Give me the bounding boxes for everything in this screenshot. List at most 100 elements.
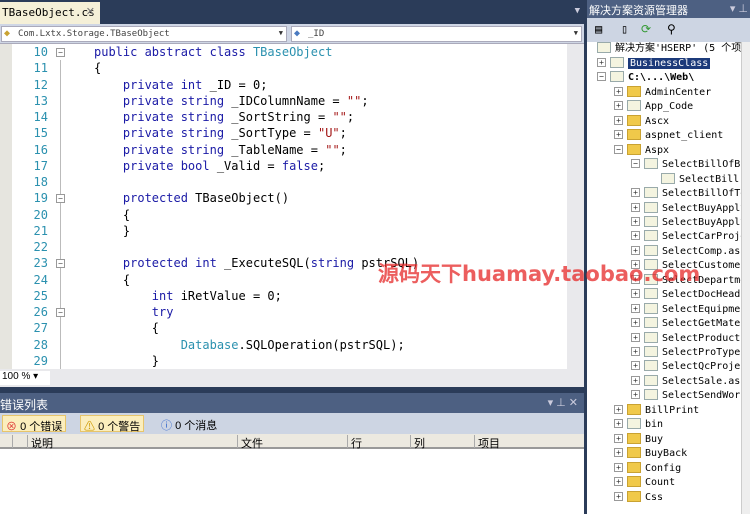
tree-node[interactable]: + Css xyxy=(614,490,663,505)
tree-node[interactable]: + SelectDocHead. xyxy=(631,288,746,302)
tree-node[interactable]: + BuyBack xyxy=(614,447,687,461)
tree-node[interactable]: + SelectQcProjec xyxy=(631,360,746,374)
code-line[interactable]: 11 { xyxy=(0,60,567,76)
code-line[interactable]: 20 { xyxy=(0,207,567,223)
code-line[interactable]: 18 xyxy=(0,174,567,190)
collapse-icon[interactable]: − xyxy=(597,72,606,82)
column-col[interactable]: 列 xyxy=(410,435,474,450)
code-line[interactable]: 22 xyxy=(0,239,567,255)
expand-icon[interactable]: + xyxy=(614,491,623,501)
collapse-icon[interactable]: − xyxy=(56,308,65,317)
tree-node[interactable]: + SelectSendWork xyxy=(631,389,746,403)
vertical-scrollbar[interactable] xyxy=(567,44,584,369)
collapse-icon[interactable]: − xyxy=(56,48,65,57)
tree-node[interactable]: + SelectComp.asp xyxy=(631,244,746,259)
code-line[interactable]: 26− try xyxy=(0,304,567,320)
code-line[interactable]: 17 private bool _Valid = false; xyxy=(0,158,567,174)
code-line[interactable]: 15 private string _SortType = "U"; xyxy=(0,125,567,141)
expand-icon[interactable]: + xyxy=(614,404,623,414)
tree-node[interactable]: + SelectEquipmer xyxy=(631,302,746,317)
code-line[interactable]: 29 } xyxy=(0,353,567,369)
code-line[interactable]: 12 private int _ID = 0; xyxy=(0,77,567,93)
tree-node[interactable]: + bin xyxy=(614,418,663,432)
properties-icon[interactable]: ▤ xyxy=(595,22,602,36)
tree-node[interactable]: + App_Code xyxy=(614,100,693,114)
tree-node[interactable]: + SelectProType. xyxy=(631,346,746,360)
column-description[interactable]: 说明 xyxy=(27,435,237,450)
tree-node[interactable]: + SelectBuyApply xyxy=(631,215,746,230)
warnings-filter-button[interactable]: ⚠ 0 个警告 xyxy=(80,415,145,433)
expand-icon[interactable]: + xyxy=(597,58,606,67)
tree-node[interactable]: + SelectBuyApply xyxy=(631,201,746,216)
tree-node[interactable]: + SelectBillOfTe xyxy=(631,187,746,201)
column-file[interactable]: 文件 xyxy=(237,435,347,450)
messages-filter-button[interactable]: ⓘ 0 个消息 xyxy=(158,415,220,432)
expand-icon[interactable]: + xyxy=(631,216,640,226)
code-line[interactable]: 27 { xyxy=(0,320,567,336)
tree-node[interactable]: SelectBill( xyxy=(648,172,745,187)
code-line[interactable]: 13 private string _IDColumnName = ""; xyxy=(0,93,567,109)
expand-icon[interactable]: + xyxy=(631,375,640,385)
solution-root[interactable]: 解决方案'HSERP' (5 个项 xyxy=(597,42,741,56)
expand-icon[interactable]: + xyxy=(614,115,623,125)
expand-icon[interactable]: + xyxy=(631,245,640,255)
horizontal-scrollbar[interactable]: 100 % ▾ xyxy=(0,369,584,387)
panel-controls[interactable]: ▾ ⊥ ✕ xyxy=(548,396,578,409)
expand-icon[interactable]: + xyxy=(631,231,640,241)
member-combo[interactable]: ◆ _ID ▼ xyxy=(291,26,582,42)
expand-icon[interactable]: + xyxy=(631,289,640,299)
tab-tbaseobject[interactable]: TBaseObject.cs ✕ xyxy=(0,2,100,24)
expand-icon[interactable]: + xyxy=(614,130,623,140)
class-diagram-icon[interactable]: ⚲ xyxy=(667,22,676,36)
zoom-select[interactable]: 100 % ▾ xyxy=(0,371,50,385)
code-line[interactable]: 19− protected TBaseObject() xyxy=(0,190,567,206)
collapse-icon[interactable]: − xyxy=(631,159,640,169)
column-line[interactable]: 行 xyxy=(347,435,410,450)
close-icon[interactable]: ✕ xyxy=(86,5,95,18)
collapse-icon[interactable]: − xyxy=(56,259,65,269)
column-icon[interactable] xyxy=(12,435,16,448)
panel-controls[interactable]: ▾ ⊥ xyxy=(730,2,748,15)
code-line[interactable]: 25 int iRetValue = 0; xyxy=(0,288,567,304)
collapse-icon[interactable]: − xyxy=(614,144,623,154)
expand-icon[interactable]: + xyxy=(631,188,640,198)
expand-icon[interactable]: + xyxy=(631,332,640,342)
expand-icon[interactable]: + xyxy=(614,433,623,443)
expand-icon[interactable]: + xyxy=(614,462,623,472)
expand-icon[interactable]: + xyxy=(614,419,623,429)
expand-icon[interactable]: + xyxy=(631,347,640,356)
column-project[interactable]: 项目 xyxy=(474,435,584,450)
tree-node[interactable]: − C:\...\Web\ xyxy=(597,71,694,85)
expand-icon[interactable]: + xyxy=(631,318,640,328)
expand-icon[interactable]: + xyxy=(631,202,640,212)
expand-icon[interactable]: + xyxy=(631,303,640,313)
tree-node[interactable]: + SelectCarProje xyxy=(631,230,746,244)
tree-node[interactable]: + BillPrint xyxy=(614,403,699,418)
refresh-icon[interactable]: ⟳ xyxy=(641,22,651,36)
expand-icon[interactable]: + xyxy=(614,448,623,458)
tree-node[interactable]: − Aspx xyxy=(614,143,669,158)
expand-icon[interactable]: + xyxy=(614,477,623,487)
tree-node[interactable]: + Buy xyxy=(614,432,663,447)
tree-scrollbar[interactable] xyxy=(741,42,750,514)
tree-node[interactable]: + AdminCenter xyxy=(614,85,711,100)
errors-filter-button[interactable]: ⊗ 0 个错误 xyxy=(2,415,67,433)
tree-node[interactable]: + BusinessClass xyxy=(597,57,711,71)
expand-icon[interactable]: + xyxy=(631,390,640,400)
collapse-icon[interactable]: − xyxy=(56,194,65,204)
tree-node[interactable]: + Count xyxy=(614,476,675,490)
tree-node[interactable]: + Ascx xyxy=(614,114,669,129)
expand-icon[interactable]: + xyxy=(614,101,623,111)
tree-node[interactable]: + SelectSale.asp xyxy=(631,374,746,389)
class-combo[interactable]: ◆ Com.Lxtx.Storage.TBaseObject ▼ xyxy=(1,26,287,42)
show-all-files-icon[interactable]: ▯ xyxy=(621,22,628,36)
tree-node[interactable]: + SelectGetMater xyxy=(631,317,746,331)
code-area[interactable]: 10− public abstract class TBaseObject 11{1… xyxy=(0,44,567,369)
code-line[interactable]: 14 private string _SortString = ""; xyxy=(0,109,567,125)
expand-icon[interactable]: + xyxy=(631,361,640,371)
code-line[interactable]: 21 } xyxy=(0,223,567,239)
code-line[interactable]: 16 private string _TableName = ""; xyxy=(0,142,567,158)
tree-node[interactable]: − SelectBillOfBu xyxy=(631,158,746,172)
tree-node[interactable]: + Config xyxy=(614,461,681,476)
expand-icon[interactable]: + xyxy=(614,86,623,96)
